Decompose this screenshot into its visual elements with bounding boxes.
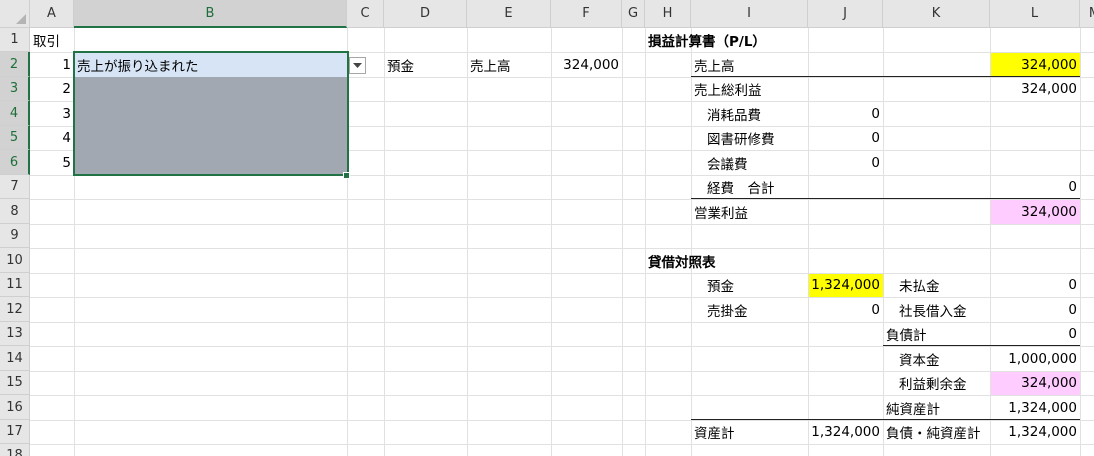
pl-gross-value[interactable]: 324,000: [990, 77, 1080, 101]
bs-unpaid-label[interactable]: 未払金: [896, 273, 990, 297]
column-header-j[interactable]: J: [808, 0, 883, 28]
dropdown-button[interactable]: [349, 57, 366, 74]
pl-exp2-value[interactable]: 0: [808, 126, 883, 150]
row-header-2[interactable]: 2: [0, 52, 30, 77]
gridline: [30, 224, 1094, 225]
row-header-9[interactable]: 9: [0, 224, 30, 248]
bs-net-assets-value[interactable]: 1,324,000: [990, 395, 1080, 420]
column-header-a[interactable]: A: [30, 0, 74, 28]
bs-receivable-value[interactable]: 0: [808, 297, 883, 322]
selection-border: [73, 51, 349, 176]
column-header-m[interactable]: M: [1080, 0, 1094, 28]
row-header-3[interactable]: 3: [0, 77, 30, 101]
pl-op-value[interactable]: 324,000: [990, 199, 1080, 224]
bs-net-assets-label[interactable]: 純資産計: [883, 395, 990, 420]
row-header-6[interactable]: 6: [0, 150, 30, 175]
gridline: [384, 28, 385, 456]
cell-d2-debit[interactable]: 預金: [384, 52, 467, 77]
cell-a1[interactable]: 取引: [30, 28, 90, 52]
row-header-14[interactable]: 14: [0, 346, 30, 371]
gridline: [883, 28, 884, 456]
gridline: [622, 28, 623, 456]
row-header-10[interactable]: 10: [0, 248, 30, 273]
pl-exp2-label[interactable]: 図書研修費: [704, 126, 808, 150]
bs-liab-total-value[interactable]: 0: [990, 322, 1080, 346]
bs-deposit-value[interactable]: 1,324,000: [808, 273, 883, 297]
bs-assets-total-value[interactable]: 1,324,000: [808, 420, 883, 444]
pl-exp3-value[interactable]: 0: [808, 150, 883, 175]
pl-sales-value[interactable]: 324,000: [990, 52, 1080, 77]
row-header-7[interactable]: 7: [0, 175, 30, 199]
bs-title[interactable]: 貸借対照表: [645, 248, 795, 273]
column-header-c[interactable]: C: [347, 0, 384, 28]
cell-a6[interactable]: 5: [30, 150, 74, 175]
gridline: [808, 28, 809, 456]
cell-a2[interactable]: 1: [30, 52, 74, 77]
gridline: [467, 28, 468, 456]
bs-loan-label[interactable]: 社長借入金: [896, 297, 990, 322]
bs-loan-value[interactable]: 0: [990, 297, 1080, 322]
gridline: [645, 28, 646, 456]
row-header-18[interactable]: 18: [0, 444, 30, 456]
bs-liab-total-label[interactable]: 負債計: [883, 322, 990, 346]
column-header-i[interactable]: I: [691, 0, 808, 28]
column-header-g[interactable]: G: [622, 0, 645, 28]
spreadsheet[interactable]: A B C D E F G H I J K L M 1 2 3 4 5 6 7 …: [0, 0, 1094, 456]
row-header-11[interactable]: 11: [0, 273, 30, 297]
bs-capital-value[interactable]: 1,000,000: [990, 346, 1080, 371]
bs-capital-label[interactable]: 資本金: [896, 346, 990, 371]
cell-e2-credit[interactable]: 売上高: [467, 52, 551, 77]
row-header-8[interactable]: 8: [0, 199, 30, 224]
pl-exp3-label[interactable]: 会議費: [704, 150, 808, 175]
row-header-17[interactable]: 17: [0, 420, 30, 444]
row-header-16[interactable]: 16: [0, 395, 30, 420]
row-header-13[interactable]: 13: [0, 322, 30, 346]
gridline: [30, 444, 1094, 445]
bs-liab-net-total-value[interactable]: 1,324,000: [990, 420, 1080, 444]
pl-gross-label[interactable]: 売上総利益: [691, 77, 808, 101]
pl-title[interactable]: 損益計算書（P/L）: [645, 28, 845, 52]
column-header-k[interactable]: K: [883, 0, 990, 28]
cell-a4[interactable]: 3: [30, 101, 74, 126]
bs-retained-value[interactable]: 324,000: [990, 371, 1080, 395]
row-header-12[interactable]: 12: [0, 297, 30, 322]
pl-exp-total-value[interactable]: 0: [990, 175, 1080, 199]
gridline: [551, 28, 552, 456]
gridline: [30, 248, 1094, 249]
row-header-1[interactable]: 1: [0, 28, 30, 52]
column-header-d[interactable]: D: [384, 0, 467, 28]
bs-assets-total-label[interactable]: 資産計: [691, 420, 808, 444]
column-header-e[interactable]: E: [467, 0, 551, 28]
fill-handle[interactable]: [343, 172, 350, 179]
bs-retained-label[interactable]: 利益剰余金: [896, 371, 990, 395]
pl-exp1-value[interactable]: 0: [808, 101, 883, 126]
chevron-down-icon: [353, 63, 362, 68]
bs-unpaid-value[interactable]: 0: [990, 273, 1080, 297]
column-header-b[interactable]: B: [74, 0, 347, 28]
column-header-l[interactable]: L: [990, 0, 1080, 28]
bs-deposit-label[interactable]: 預金: [704, 273, 808, 297]
select-all-corner[interactable]: [0, 0, 30, 28]
gridline: [1080, 28, 1081, 456]
cell-f2-amount[interactable]: 324,000: [551, 52, 622, 77]
cell-a5[interactable]: 4: [30, 126, 74, 150]
row-header-15[interactable]: 15: [0, 371, 30, 395]
cell-a3[interactable]: 2: [30, 77, 74, 101]
pl-op-label[interactable]: 営業利益: [691, 199, 808, 224]
bs-liab-net-total-label[interactable]: 負債・純資産計: [883, 420, 990, 444]
row-header-5[interactable]: 5: [0, 126, 30, 150]
gridline: [30, 199, 1094, 200]
pl-exp-total-label[interactable]: 経費 合計: [704, 175, 824, 199]
column-header-h[interactable]: H: [645, 0, 691, 28]
bs-receivable-label[interactable]: 売掛金: [704, 297, 808, 322]
pl-exp1-label[interactable]: 消耗品費: [704, 101, 808, 126]
pl-sales-label[interactable]: 売上高: [691, 52, 808, 77]
row-header-4[interactable]: 4: [0, 101, 30, 126]
column-header-f[interactable]: F: [551, 0, 622, 28]
